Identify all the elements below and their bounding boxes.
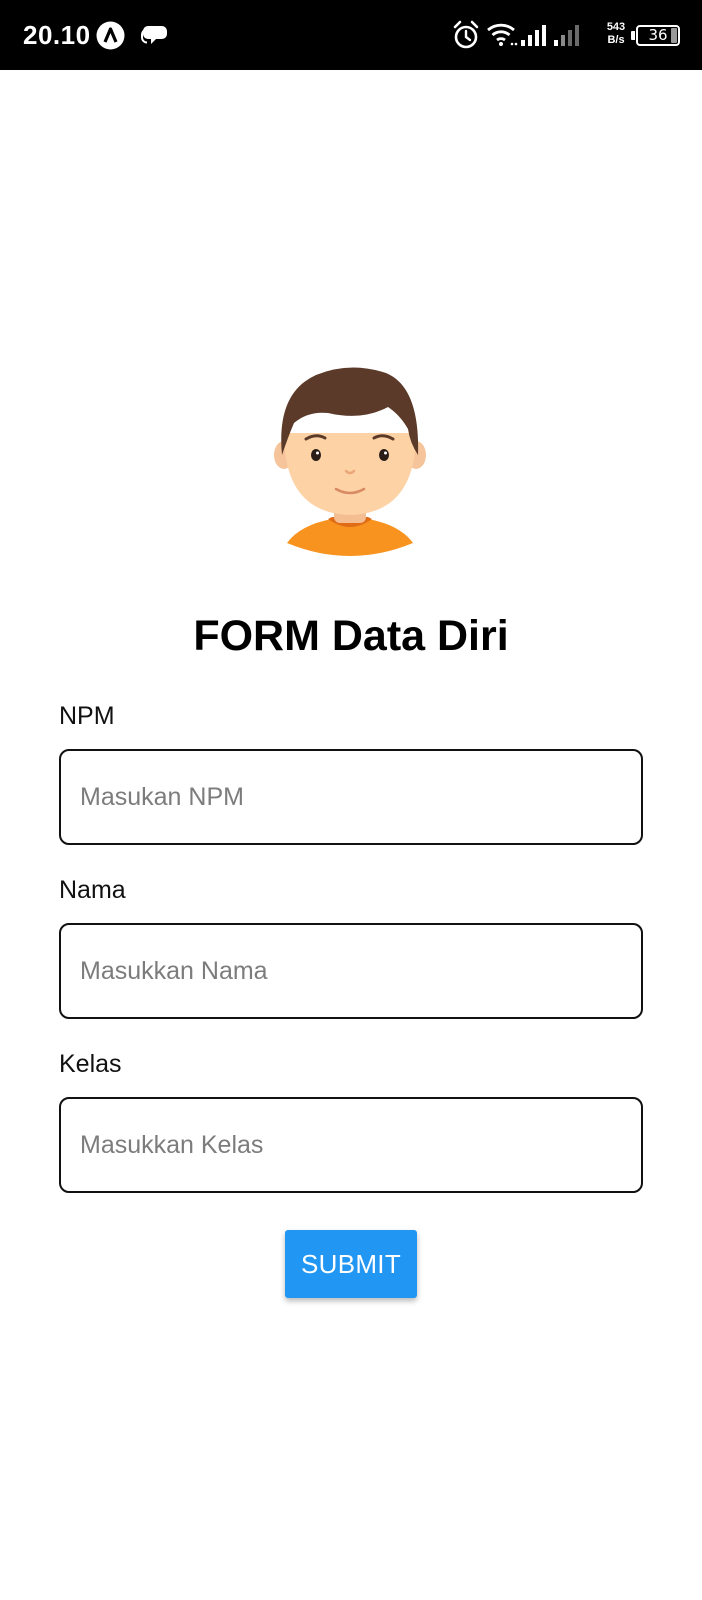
battery-level: 36 <box>648 26 668 44</box>
status-bar: 20.10 543 B/s 36 <box>0 0 702 70</box>
network-speed-unit: B/s <box>607 34 625 46</box>
wifi-icon <box>487 23 518 46</box>
network-speed-value: 543 <box>606 21 626 33</box>
chat-bubbles-icon <box>141 26 167 44</box>
signal-sim1-icon <box>521 25 546 46</box>
nama-input[interactable] <box>59 923 643 1019</box>
npm-input[interactable] <box>59 749 643 845</box>
kelas-input[interactable] <box>59 1097 643 1193</box>
status-time: 20.10 <box>23 20 91 50</box>
autonavi-app-icon <box>96 21 125 50</box>
battery-icon: 36 <box>636 25 680 46</box>
boy-avatar-icon <box>274 367 426 556</box>
nama-label: Nama <box>59 876 126 904</box>
alarm-icon <box>453 20 479 49</box>
signal-sim2-icon <box>554 25 579 46</box>
battery-terminal <box>631 31 635 40</box>
kelas-label: Kelas <box>59 1050 122 1078</box>
form-title: FORM Data Diri <box>193 612 509 660</box>
network-speed: 543 B/s <box>602 21 630 47</box>
npm-label: NPM <box>59 702 115 730</box>
submit-button[interactable]: SUBMIT <box>285 1230 417 1298</box>
